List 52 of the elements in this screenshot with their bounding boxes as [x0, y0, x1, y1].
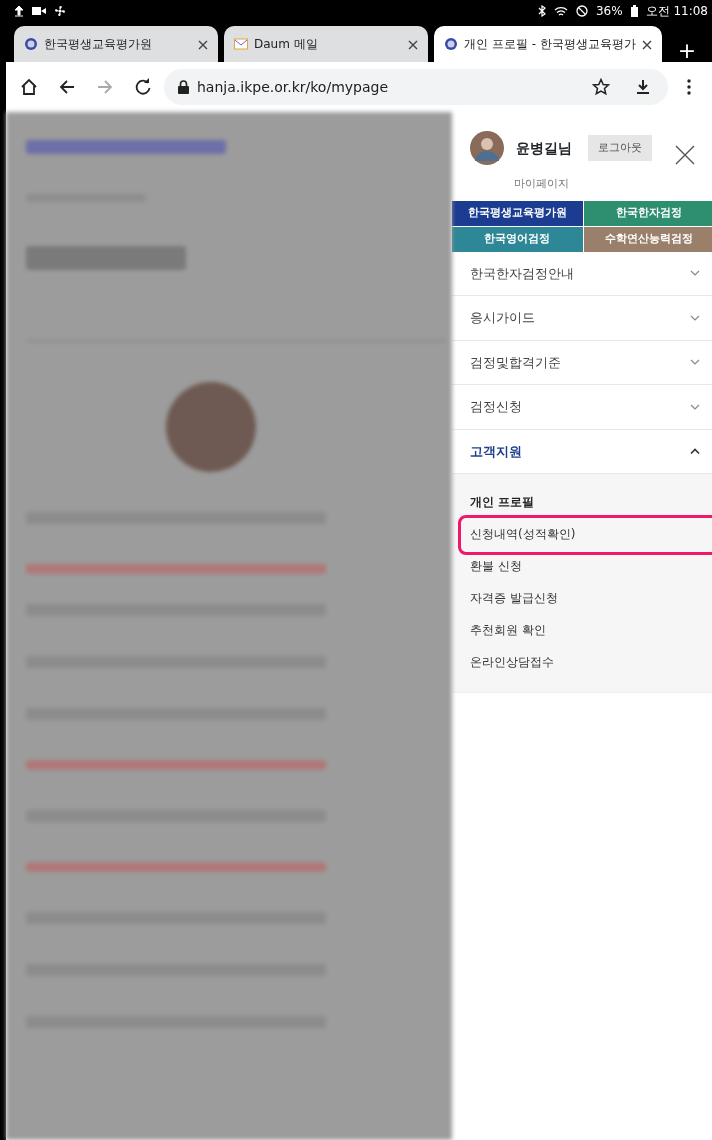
upload-icon [14, 5, 24, 17]
new-tab-button[interactable]: + [667, 40, 707, 62]
submenu-link[interactable]: 환불 신청 [452, 550, 712, 582]
fan-icon [54, 5, 66, 17]
user-name: 윤병길님 [516, 138, 572, 158]
menu-icon [687, 78, 691, 96]
forward-icon [96, 78, 114, 96]
wifi-icon [553, 5, 568, 17]
star-icon [592, 78, 610, 96]
chevron-up-icon [690, 448, 700, 455]
site-link-button[interactable]: 수학연산능력검정 [583, 226, 712, 252]
back-icon [58, 78, 76, 96]
home-icon [20, 78, 38, 96]
browser-tab[interactable]: 개인 프로필 - 한국평생교육평가 [434, 26, 662, 62]
tab-title: 개인 프로필 - 한국평생교육평가 [464, 36, 636, 53]
envelope-icon [234, 37, 248, 51]
site-link-button[interactable]: 한국평생교육평가원 [452, 200, 583, 226]
reload-icon [134, 78, 152, 96]
submenu-link[interactable]: 자격증 발급신청 [452, 582, 712, 614]
lock-icon [178, 80, 189, 94]
battery-percent: 36% [595, 3, 623, 20]
close-icon [675, 145, 695, 165]
do-not-disturb-icon [575, 5, 588, 17]
emblem-icon [444, 37, 458, 51]
submenu-link[interactable]: 개인 프로필 [452, 486, 712, 518]
chevron-down-icon [690, 403, 700, 410]
chevron-down-icon [690, 270, 700, 277]
mypage-link[interactable]: 마이페이지 [470, 176, 702, 193]
bluetooth-icon [537, 5, 546, 17]
close-icon [641, 39, 652, 50]
video-camera-icon [32, 6, 46, 16]
site-link-button[interactable]: 한국영어검정 [452, 226, 583, 252]
tab-title: 한국평생교육평가원 [44, 36, 153, 53]
close-icon [408, 39, 418, 50]
close-icon [198, 39, 208, 50]
submenu-link[interactable]: 신청내역(성적확인) [452, 518, 712, 550]
browser-tab[interactable]: Daum 메일 [224, 26, 428, 62]
browser-tab[interactable]: 한국평생교육평가원 [14, 26, 218, 62]
chevron-down-icon [690, 314, 700, 321]
address-field[interactable]: hanja.ikpe.or.kr/ko/mypage [164, 69, 668, 105]
tab-title: Daum 메일 [254, 36, 319, 53]
emblem-icon [24, 37, 38, 51]
download-icon [636, 79, 650, 95]
url-text: hanja.ikpe.or.kr/ko/mypage [197, 77, 390, 97]
battery-icon [630, 5, 638, 17]
submenu-link[interactable]: 추천회원 확인 [452, 614, 712, 646]
site-link-button[interactable]: 한국한자검정 [583, 200, 712, 226]
chevron-down-icon [690, 359, 700, 366]
logout-button[interactable]: 로그아웃 [588, 134, 652, 162]
submenu-link[interactable]: 온라인상담접수 [452, 646, 712, 678]
clock-time: 오전 11:08 [645, 3, 708, 20]
avatar-icon [470, 131, 504, 165]
